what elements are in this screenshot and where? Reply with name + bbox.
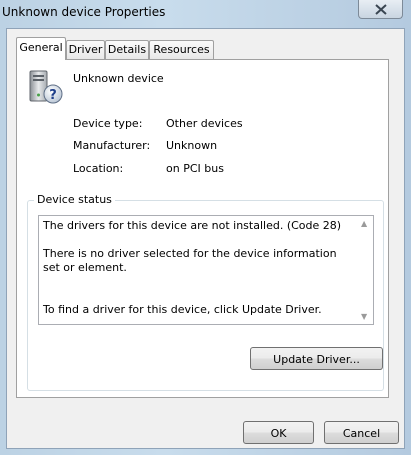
tab-label: Details [107, 43, 147, 56]
device-type-value: Other devices [166, 117, 243, 130]
location-label: Location: [73, 162, 124, 175]
device-type-label: Device type: [73, 117, 143, 130]
tab-label: Resources [153, 43, 210, 56]
device-status-text: The drivers for this device are not inst… [43, 219, 342, 316]
tab-label: Driver [68, 43, 103, 56]
close-icon [375, 4, 387, 15]
status-scrollbar[interactable]: ▲ ▼ [358, 216, 373, 324]
location-value: on PCI bus [166, 162, 224, 175]
device-status-group: Device status The drivers for this devic… [27, 193, 384, 391]
tab-resources[interactable]: Resources [149, 40, 214, 59]
update-driver-button[interactable]: Update Driver... [250, 347, 383, 370]
scroll-down-icon[interactable]: ▼ [361, 312, 367, 321]
cancel-button[interactable]: Cancel [324, 421, 399, 444]
tab-general[interactable]: General [16, 37, 66, 60]
dialog-client-area: General Driver Details Resources ? Unkno… [6, 28, 405, 449]
device-status-legend: Device status [34, 193, 115, 206]
tab-driver[interactable]: Driver [66, 40, 105, 59]
ok-button[interactable]: OK [243, 421, 314, 444]
tab-label: General [19, 41, 63, 54]
svg-text:?: ? [49, 88, 57, 103]
title-bar: Unknown device Properties [0, 0, 411, 28]
general-tab-panel: ? Unknown device Device type: Other devi… [16, 59, 389, 398]
manufacturer-value: Unknown [166, 139, 218, 152]
device-status-textbox[interactable]: The drivers for this device are not inst… [38, 215, 374, 325]
tab-details[interactable]: Details [105, 40, 149, 59]
unknown-device-icon: ? [29, 70, 63, 104]
manufacturer-label: Manufacturer: [73, 139, 151, 152]
device-name: Unknown device [73, 72, 164, 85]
close-button[interactable] [358, 0, 403, 19]
window-title: Unknown device Properties [2, 5, 166, 19]
scroll-up-icon[interactable]: ▲ [361, 219, 367, 228]
